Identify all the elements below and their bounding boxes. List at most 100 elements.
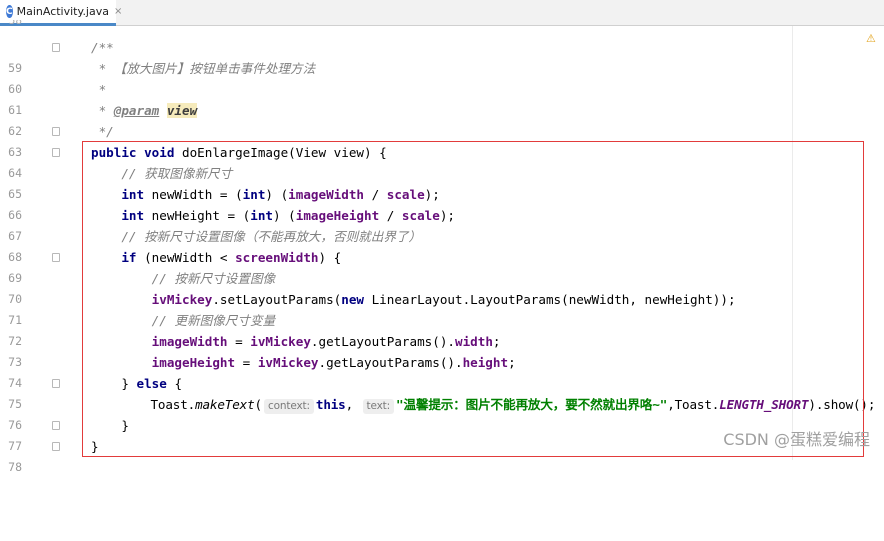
code-text: * 【放大图片】按钮单击事件处理方法 (91, 61, 316, 76)
code-text: * (91, 103, 114, 118)
line-number: 58 (8, 20, 22, 27)
method-call: makeText (195, 397, 255, 412)
keyword: void (144, 145, 175, 160)
code-comment: // 按新尺寸设置图像（不能再放大，否则就出界了） (91, 229, 422, 244)
code-text: ( (254, 397, 263, 412)
code-text: / (364, 187, 387, 202)
static-field: LENGTH_SHORT (719, 397, 809, 412)
code-comment: // 按新尺寸设置图像 (91, 271, 276, 286)
code-text: ) ( (265, 187, 289, 202)
keyword: if (121, 250, 137, 265)
keyword: else (136, 376, 167, 391)
editor-tab-bar: C MainActivity.java × (0, 0, 884, 26)
code-line: 68 // 按新尺寸设置图像（不能再放大，否则就出界了） (0, 226, 884, 264)
code-line: 59 /** (0, 37, 884, 75)
field-ref: ivMickey (257, 355, 319, 370)
fold-icon[interactable] (52, 148, 60, 157)
code-text: { (166, 376, 183, 391)
code-line: 60 * 【放大图片】按钮单击事件处理方法 (0, 58, 884, 96)
code-line: 76 Toast.makeText(context: this, text: "温馨… (0, 394, 884, 432)
fold-icon[interactable] (52, 253, 60, 262)
code-text: * (91, 82, 107, 97)
code-line: 67 int newHeight = (int) (imageHeight / … (0, 205, 884, 243)
code-text: ; (492, 334, 501, 349)
code-text: = (235, 355, 258, 370)
code-text: (newWidth < (136, 250, 236, 265)
string-literal: "温馨提示：图片不能再放大，要不然就出界咯~" (396, 397, 668, 412)
field-ref: scale (401, 208, 440, 223)
code-text: ; (508, 355, 516, 370)
javadoc-tag: @param (113, 103, 160, 118)
field-ref: ivMickey (250, 334, 311, 349)
code-text: /** (91, 40, 114, 55)
code-text: */ (91, 124, 114, 139)
code-text: .getLayoutParams(). (318, 355, 463, 370)
code-text: } (91, 418, 129, 433)
field-ref: screenWidth (235, 250, 319, 265)
code-text: doEnlargeImage(View view) { (174, 145, 387, 160)
watermark: CSDN @蛋糕爱编程 (723, 430, 870, 449)
keyword: int (242, 187, 266, 202)
fold-icon[interactable] (52, 127, 60, 136)
code-line: 63 */ (0, 121, 884, 159)
tab-label: MainActivity.java (16, 5, 109, 18)
code-text: = (227, 334, 251, 349)
field-ref: imageWidth (288, 187, 364, 202)
code-text: newWidth = ( (144, 187, 243, 202)
code-text: ) ( (273, 208, 296, 223)
line-number: 78 (8, 460, 22, 474)
code-text: } (121, 376, 137, 391)
keyword: int (121, 187, 145, 202)
code-line: 66 int newWidth = (int) (imageWidth / sc… (0, 184, 884, 222)
code-text: Toast. (150, 397, 196, 412)
field-ref: scale (386, 187, 425, 202)
code-editor[interactable]: ⚠ 58 59 /** 60 * 【放大图片】按钮单击事件处理方法 61 * 6… (0, 20, 884, 474)
code-comment: // 获取图像新尺寸 (91, 166, 233, 181)
code-line: 65 // 获取图像新尺寸 (0, 163, 884, 201)
field-ref: ivMickey (151, 292, 213, 307)
code-text: / (379, 208, 402, 223)
keyword: int (250, 208, 273, 223)
java-class-icon: C (6, 5, 13, 18)
code-text: .getLayoutParams(). (310, 334, 455, 349)
javadoc-param: view (166, 103, 198, 118)
fold-icon[interactable] (52, 442, 60, 451)
fold-icon[interactable] (52, 43, 60, 52)
code-comment: // 更新图像尺寸变量 (91, 313, 276, 328)
code-text: ); (439, 208, 455, 223)
code-text: LinearLayout.LayoutParams(newWidth, newH… (364, 292, 736, 307)
code-text: ).show(); (808, 397, 876, 412)
keyword: this (315, 397, 346, 412)
code-text: } (91, 439, 99, 454)
code-line: 64 public void doEnlargeImage(View view)… (0, 142, 884, 180)
code-text: ) { (318, 250, 342, 265)
keyword: int (121, 208, 145, 223)
code-line: 72 // 更新图像尺寸变量 (0, 310, 884, 348)
field-ref: imageHeight (295, 208, 380, 223)
field-ref: width (454, 334, 493, 349)
param-hint-text: text: (362, 399, 395, 414)
field-ref: imageHeight (151, 355, 236, 370)
field-ref: height (462, 355, 509, 370)
code-text: , (345, 397, 354, 412)
code-line: 75 } else { (0, 373, 884, 411)
code-text: .setLayoutParams( (212, 292, 342, 307)
keyword: new (341, 292, 364, 307)
code-line: 74 imageHeight = ivMickey.getLayoutParam… (0, 352, 884, 390)
code-line: 73 imageWidth = ivMickey.getLayoutParams… (0, 331, 884, 369)
keyword: public (91, 145, 137, 160)
code-text: ); (424, 187, 440, 202)
code-line: 62 * @param view (0, 100, 884, 138)
close-icon[interactable]: × (114, 6, 122, 17)
code-line: 71 ivMickey.setLayoutParams(new LinearLa… (0, 289, 884, 327)
code-text: newHeight = ( (144, 208, 251, 223)
fold-icon[interactable] (52, 379, 60, 388)
partial-line: 58 (0, 20, 74, 30)
code-line: 69 if (newWidth < screenWidth) { (0, 247, 884, 285)
fold-icon[interactable] (52, 421, 60, 430)
code-line: 61 * (0, 79, 884, 117)
code-line: 70 // 按新尺寸设置图像 (0, 268, 884, 306)
field-ref: imageWidth (151, 334, 228, 349)
code-text: ,Toast. (667, 397, 720, 412)
